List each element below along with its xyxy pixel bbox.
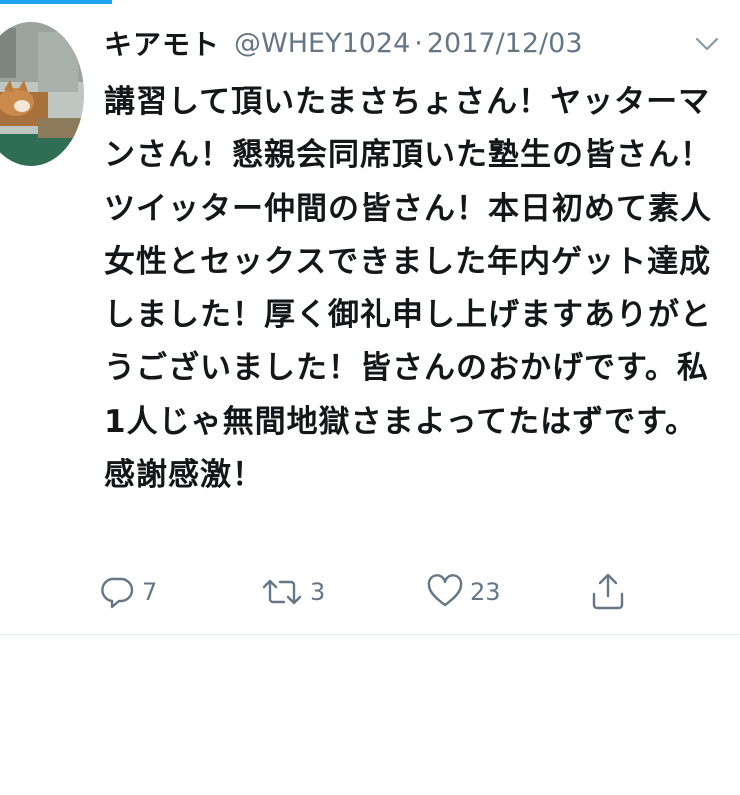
retweet-icon <box>262 579 302 605</box>
retweet-button[interactable]: 3 <box>260 570 325 614</box>
reply-count: 7 <box>142 578 158 606</box>
reply-icon <box>101 577 134 609</box>
avatar[interactable] <box>0 22 84 166</box>
more-options-button[interactable] <box>694 34 720 54</box>
tweet-header: キアモト @WHEY1024 · 2017/12/03 <box>104 22 583 64</box>
reply-button[interactable]: 7 <box>100 570 157 614</box>
tweet-text: 講習して頂いたまさちょさん！ヤッターマンさん！懇親会同席頂いた塾生の皆さん！ツイ… <box>104 84 712 494</box>
like-button[interactable]: 23 <box>426 570 501 614</box>
heart-icon <box>427 574 463 607</box>
display-name[interactable]: キアモト <box>104 23 220 63</box>
tweet-actions: 7 3 23 <box>100 570 640 614</box>
retweet-count: 3 <box>310 578 326 606</box>
avatar-image <box>0 22 84 166</box>
chevron-down-icon <box>695 37 719 51</box>
user-handle[interactable]: @WHEY1024 <box>234 28 410 59</box>
like-count: 23 <box>470 578 501 606</box>
share-icon <box>592 573 624 610</box>
tweet[interactable]: キアモト @WHEY1024 · 2017/12/03 講習して頂いたまさちょさ… <box>0 0 740 635</box>
tweet-date[interactable]: 2017/12/03 <box>427 28 583 59</box>
separator-dot: · <box>414 27 423 59</box>
share-button[interactable] <box>590 570 626 614</box>
